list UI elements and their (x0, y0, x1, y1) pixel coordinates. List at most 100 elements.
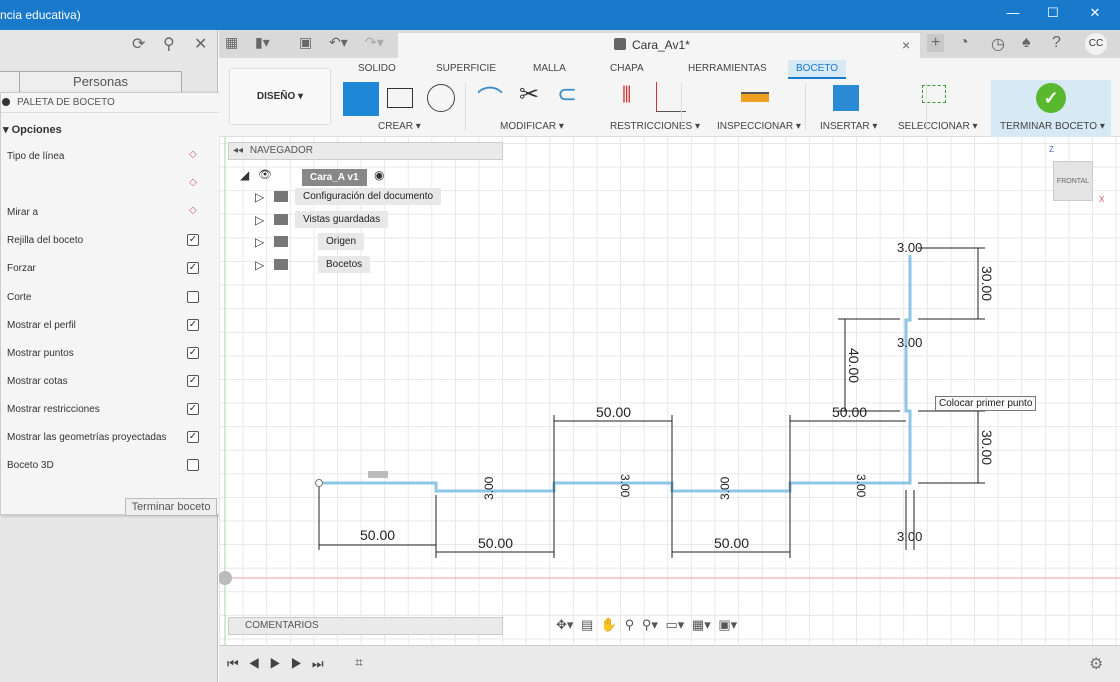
undo-icon[interactable]: ↶▾ (329, 34, 348, 51)
expand-icon[interactable]: ▷ (255, 258, 264, 272)
ribbon-group-label[interactable]: INSERTAR ▾ (820, 121, 877, 132)
line-tool-icon[interactable] (343, 82, 379, 116)
ribbon-group-label[interactable]: RESTRICCIONES ▾ (610, 121, 700, 132)
expand-icon[interactable]: ▷ (255, 190, 264, 204)
dim-label[interactable]: 50.00 (832, 404, 867, 420)
navigation-toolbar[interactable]: ✥▾ ▤ ✋ ⚲ ⚲▾ ▭▾ ▦▾ ▣▾ (556, 617, 778, 637)
fillet-icon[interactable]: ⌒ (477, 80, 503, 117)
ribbon-group-label[interactable]: CREAR ▾ (378, 121, 421, 132)
comments-panel[interactable]: COMENTARIOS (228, 617, 503, 635)
viewcube-z: Z (1049, 145, 1054, 154)
redo-icon[interactable]: ↷▾ (365, 34, 384, 51)
save-icon[interactable]: ▣ (299, 34, 312, 51)
settings-gear-icon[interactable]: ⚙ (1089, 654, 1103, 674)
sketch-feature-icon[interactable]: ⌗ (355, 654, 363, 671)
file-icon[interactable]: ▮▾ (255, 34, 270, 51)
collapse-arrows-icon[interactable]: ◂◂ (229, 145, 243, 156)
ribbon-tab[interactable]: SUPERFICIE (436, 63, 496, 74)
dim-label[interactable]: 3.00 (618, 474, 632, 498)
sketch-profile[interactable] (319, 255, 912, 493)
notifications-icon[interactable]: ♠ (1022, 34, 1031, 52)
minimize-button[interactable]: — (998, 5, 1028, 20)
option-icon[interactable]: ◇ (187, 206, 199, 218)
help-icon[interactable]: ? (1052, 34, 1061, 52)
trim-icon[interactable]: ✂ (519, 80, 539, 109)
expand-icon[interactable]: ▷ (255, 213, 264, 227)
option-checkbox[interactable]: ✓ (187, 262, 199, 275)
ribbon-tab[interactable]: HERRAMIENTAS (688, 63, 767, 74)
close-icon[interactable]: ✕ (194, 34, 207, 54)
dim-label[interactable]: 30.00 (979, 266, 995, 301)
maximize-button[interactable]: ☐ (1038, 5, 1068, 21)
dim-label[interactable]: 40.00 (846, 348, 862, 383)
dim-label[interactable]: 3.00 (897, 529, 922, 544)
rectangle-tool-icon[interactable] (387, 88, 413, 108)
ribbon-group-label[interactable]: TERMINAR BOCETO ▾ (1000, 121, 1105, 132)
tab-personas[interactable]: Personas (19, 71, 182, 93)
dim-label[interactable]: 3.00 (897, 335, 922, 350)
folder-icon (274, 213, 288, 225)
refresh-icon[interactable]: ⟳ (132, 34, 145, 54)
browser-node[interactable]: Vistas guardadas (295, 210, 389, 228)
insert-image-icon[interactable] (833, 85, 859, 111)
ribbon-group-label[interactable]: MODIFICAR ▾ (500, 121, 564, 132)
browser-node[interactable]: Origen (318, 233, 365, 250)
document-tab[interactable]: Cara_Av1* × (398, 33, 920, 58)
dim-label[interactable]: 50.00 (360, 527, 395, 543)
option-checkbox[interactable]: ✓ (187, 402, 199, 415)
root-component[interactable]: Cara_A v1 (302, 169, 367, 186)
ribbon-tab[interactable]: CHAPA (610, 63, 644, 74)
option-checkbox[interactable] (187, 459, 199, 472)
checkmark-icon[interactable]: ✓ (1036, 83, 1066, 113)
workspace-dropdown[interactable]: DISEÑO ▾ (229, 68, 331, 125)
new-tab-icon[interactable]: + (927, 34, 945, 52)
option-checkbox[interactable]: ✓ (187, 431, 199, 443)
ribbon-tab[interactable]: SOLIDO (358, 63, 396, 74)
options-section[interactable]: ▾ Opciones (3, 123, 62, 136)
extensions-icon[interactable]: ◔ (959, 34, 969, 52)
grid-menu-icon[interactable]: ▦ (225, 34, 238, 51)
option-checkbox[interactable]: ✓ (187, 318, 199, 331)
option-icon[interactable]: ◇ (187, 150, 199, 162)
tab-first[interactable] (0, 71, 20, 93)
close-window-button[interactable]: ✕ (1080, 5, 1110, 21)
timeline-controls[interactable]: ⏮ ◀ ▶ ▶ ⏭ (227, 656, 324, 672)
measure-icon[interactable] (741, 92, 769, 102)
browser-node[interactable]: Bocetos (318, 255, 371, 273)
circle-tool-icon[interactable] (427, 84, 455, 112)
expand-icon[interactable]: ▷ (255, 235, 264, 249)
search-icon[interactable]: ⚲ (163, 34, 175, 54)
window-title: ncia educativa) (0, 8, 81, 22)
start-point[interactable] (315, 479, 323, 487)
option-checkbox[interactable]: ✓ (187, 374, 199, 387)
activate-radio-icon[interactable]: ◉ (374, 168, 384, 182)
dim-label[interactable]: 3.00 (718, 476, 732, 500)
ribbon-tab[interactable]: MALLA (533, 63, 566, 74)
dim-label[interactable]: 3.00 (854, 474, 868, 498)
eye-icon[interactable]: 👁 (258, 168, 272, 181)
expand-root-icon[interactable]: ◢ (240, 168, 249, 182)
dim-label[interactable]: 50.00 (478, 535, 513, 551)
constraint-icon[interactable]: ⫴ (622, 82, 631, 108)
ribbon-group-label[interactable]: INSPECCIONAR ▾ (717, 121, 801, 132)
dim-label[interactable]: 30.00 (979, 430, 995, 465)
browser-node[interactable]: Configuración del documento (295, 188, 442, 205)
job-status-icon[interactable]: ◷ (991, 34, 1005, 54)
ribbon-group-label[interactable]: SELECCIONAR ▾ (898, 121, 977, 132)
user-avatar[interactable]: CC (1085, 33, 1107, 55)
viewcube[interactable]: FRONTAL (1053, 161, 1093, 201)
ribbon-tab[interactable]: BOCETO (788, 60, 847, 79)
option-checkbox[interactable]: ✓ (187, 346, 199, 359)
finish-sketch-button[interactable]: Terminar boceto (125, 498, 217, 516)
dim-label[interactable]: 50.00 (714, 535, 749, 551)
option-checkbox[interactable] (187, 290, 199, 303)
option-icon[interactable]: ◇ (187, 178, 199, 190)
ribbon: DISEÑO ▾ SOLIDO SUPERFICIE MALLA CHAPA HERRA… (219, 58, 1120, 137)
offset-icon[interactable]: ⊂ (557, 80, 577, 109)
dim-label[interactable]: 3.00 (482, 476, 496, 500)
dim-label[interactable]: 50.00 (596, 404, 631, 420)
close-tab-button[interactable]: × (902, 37, 910, 53)
collapse-icon[interactable] (2, 98, 10, 106)
dim-label[interactable]: 3.00 (897, 240, 922, 255)
option-checkbox[interactable]: ✓ (187, 234, 199, 247)
